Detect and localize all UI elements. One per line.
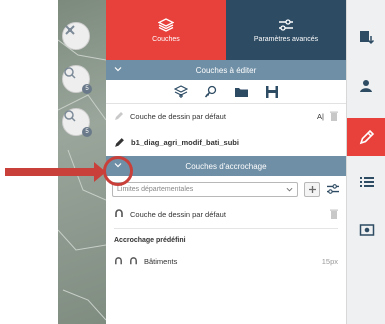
sidebar-item-user[interactable] <box>347 70 385 102</box>
layers-section-title: Couches à éditer <box>195 65 257 75</box>
pencil-icon <box>115 112 123 120</box>
close-tools-icon <box>65 25 75 35</box>
add-snap-layer-button[interactable] <box>304 181 320 197</box>
zoom-layer-badge: 5 <box>82 84 92 94</box>
predefined-snap-row[interactable]: Bâtiments 15px <box>106 249 346 273</box>
add-layer-button[interactable] <box>173 84 188 99</box>
trash-icon[interactable] <box>330 111 338 121</box>
zoom-location-button[interactable]: 5 <box>62 108 92 137</box>
annotation-arrow-line <box>5 168 97 176</box>
user-layer-icon <box>359 80 372 92</box>
predefined-snap-label: Bâtiments <box>144 256 178 266</box>
zoom-location-icon <box>64 110 76 122</box>
snap-section-header[interactable]: Couches d'accrochage <box>106 156 346 176</box>
magnet-icon[interactable] <box>129 256 138 266</box>
default-draw-layer-row[interactable]: Couche de dessin par défaut A| <box>106 104 346 128</box>
selected-layer-label: b1_diag_agri_modif_bati_subi <box>131 137 239 147</box>
selected-layer-row[interactable]: b1_diag_agri_modif_bati_subi <box>106 128 346 156</box>
layers-toolbar <box>106 80 346 104</box>
predefined-snap-value: 15px <box>321 256 338 266</box>
zoom-layer-icon <box>64 67 76 79</box>
tab-layers[interactable]: Couches <box>106 0 226 60</box>
text-style-badge[interactable]: A| <box>317 112 324 121</box>
pencil-icon[interactable] <box>114 137 125 148</box>
sidebar-item-draw[interactable] <box>347 118 385 156</box>
edit-panel: Couches Paramètres avancés Couches à édi… <box>106 0 346 324</box>
sliders-icon <box>279 18 293 31</box>
draw-icon <box>359 129 374 145</box>
zoom-layer-button[interactable]: 5 <box>62 65 92 94</box>
sidebar-item-export[interactable] <box>347 22 385 54</box>
trash-icon[interactable] <box>330 209 338 219</box>
sidebar-item-print[interactable] <box>347 214 385 246</box>
tab-layers-label: Couches <box>152 35 180 43</box>
panel-tabs: Couches Paramètres avancés <box>106 0 346 60</box>
sliders-icon[interactable] <box>326 183 340 195</box>
snap-default-layer-label: Couche de dessin par défaut <box>130 209 226 219</box>
close-tools-button[interactable] <box>62 22 90 50</box>
annotation-circle <box>103 156 133 186</box>
snap-layer-select-row: Limites départementales <box>106 176 346 202</box>
snap-layer-select-value: Limites départementales <box>117 185 194 193</box>
predefined-snap-title: Accrochage prédéfini <box>114 236 186 244</box>
divider <box>114 228 338 229</box>
layers-section-header[interactable]: Couches à éditer <box>106 60 346 80</box>
plus-icon <box>308 185 316 193</box>
search-layer-button[interactable] <box>204 85 218 99</box>
tab-advanced-settings-label: Paramètres avancés <box>253 35 319 43</box>
print-icon <box>359 224 374 236</box>
zoom-location-badge: 5 <box>82 127 92 137</box>
tab-advanced-settings[interactable]: Paramètres avancés <box>226 0 346 60</box>
default-draw-layer-label: Couche de dessin par défaut <box>130 111 226 121</box>
snap-default-layer-row[interactable]: Couche de dessin par défaut <box>106 202 346 226</box>
list-icon <box>359 177 374 187</box>
export-icon <box>359 31 374 45</box>
chevron-down-icon <box>114 67 122 72</box>
magnet-icon <box>115 209 123 217</box>
save-button[interactable] <box>265 85 279 99</box>
open-folder-button[interactable] <box>234 85 249 99</box>
chevron-down-icon <box>286 187 293 192</box>
snap-layer-select[interactable]: Limites départementales <box>112 181 298 197</box>
right-sidebar <box>346 0 385 324</box>
snap-section-title: Couches d'accrochage <box>185 161 267 171</box>
sidebar-item-list[interactable] <box>347 166 385 198</box>
magnet-icon[interactable] <box>114 256 123 266</box>
layers-icon <box>158 17 174 32</box>
